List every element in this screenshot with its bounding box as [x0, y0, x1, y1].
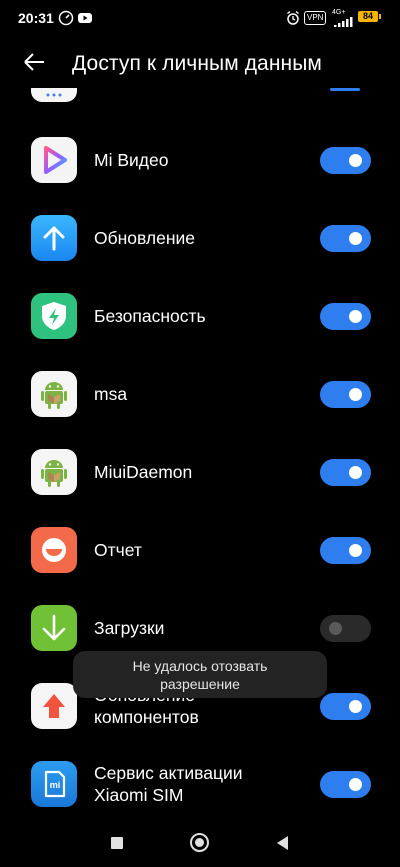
list-item[interactable]: Обновление: [0, 208, 400, 268]
xiaomi-sim-icon: mi: [31, 761, 77, 807]
security-icon: [31, 293, 77, 339]
toggle-knob: [349, 388, 362, 401]
back-button[interactable]: [22, 50, 62, 80]
toast-message: Не удалось отозвать разрешение: [73, 651, 327, 698]
app-label: msa: [94, 384, 128, 404]
report-icon: [31, 527, 77, 573]
app-label: Безопасность: [94, 306, 206, 326]
permission-toggle[interactable]: [320, 693, 371, 720]
toggle-knob: [349, 232, 362, 245]
toggle-knob: [349, 700, 362, 713]
downloads-icon: [31, 605, 77, 651]
home-dot: [195, 838, 204, 847]
app-label: Сервис активации Xiaomi SIM: [94, 762, 243, 806]
status-bar: 20:31 VPN 4G+ 84: [0, 0, 400, 36]
android-icon: [31, 449, 77, 495]
alarm-icon: [286, 10, 300, 31]
list-item[interactable]: msa: [0, 364, 400, 424]
back-arrow-icon: [24, 53, 44, 71]
permission-toggle[interactable]: [320, 615, 371, 642]
toast-line1: Не удалось отозвать: [132, 658, 268, 674]
list-item[interactable]: mi Сервис активации Xiaomi SIM: [0, 754, 400, 814]
list-item[interactable]: Отчет: [0, 520, 400, 580]
vpn-badge: VPN: [304, 11, 327, 25]
battery-icon: 84: [358, 11, 378, 22]
list-item[interactable]: MiuiDaemon: [0, 442, 400, 502]
page-title: Доступ к личным данным: [72, 52, 322, 75]
toggle-partial: [330, 88, 360, 91]
toggle-knob: [349, 466, 362, 479]
app-label: Отчет: [94, 540, 142, 560]
header: Доступ к личным данным: [0, 36, 400, 94]
signal-icon: [334, 14, 354, 32]
speed-gauge-icon: [58, 10, 74, 31]
navigation-bar: [0, 822, 400, 867]
svg-text:mi: mi: [50, 780, 61, 790]
android-icon: [31, 371, 77, 417]
permission-toggle[interactable]: [320, 771, 371, 798]
permission-toggle[interactable]: [320, 537, 371, 564]
app-icon-partial: [31, 88, 77, 102]
toggle-knob: [349, 544, 362, 557]
mi-video-icon: [31, 137, 77, 183]
toggle-knob: [349, 310, 362, 323]
app-label: Загрузки: [94, 618, 165, 638]
permission-toggle[interactable]: [320, 459, 371, 486]
status-time: 20:31: [18, 10, 54, 26]
home-button[interactable]: [190, 833, 209, 852]
list-item[interactable]: Mi Видео: [0, 130, 400, 190]
recents-button[interactable]: [111, 837, 123, 849]
list-item[interactable]: Безопасность: [0, 286, 400, 346]
toggle-knob: [349, 778, 362, 791]
app-label: Обновление: [94, 228, 196, 248]
app-label-line1: Сервис активации: [94, 763, 243, 783]
app-label: Mi Видео: [94, 150, 169, 170]
update-icon: [31, 215, 77, 261]
list-item[interactable]: Загрузки: [0, 598, 400, 658]
battery-tip: [379, 14, 381, 19]
permission-toggle[interactable]: [320, 225, 371, 252]
app-label-line2: компонентов: [94, 707, 199, 727]
app-label-line2: Xiaomi SIM: [94, 785, 184, 805]
permission-toggle[interactable]: [320, 381, 371, 408]
toast-line2: разрешение: [160, 676, 240, 692]
permission-toggle[interactable]: [320, 303, 371, 330]
permission-toggle[interactable]: [320, 147, 371, 174]
toggle-knob: [329, 622, 342, 635]
app-label: MiuiDaemon: [94, 462, 193, 482]
toggle-knob: [349, 154, 362, 167]
component-update-icon: [31, 683, 77, 729]
youtube-icon: [78, 10, 92, 31]
back-nav-button[interactable]: [276, 835, 289, 856]
back-triangle-icon: [277, 836, 288, 850]
